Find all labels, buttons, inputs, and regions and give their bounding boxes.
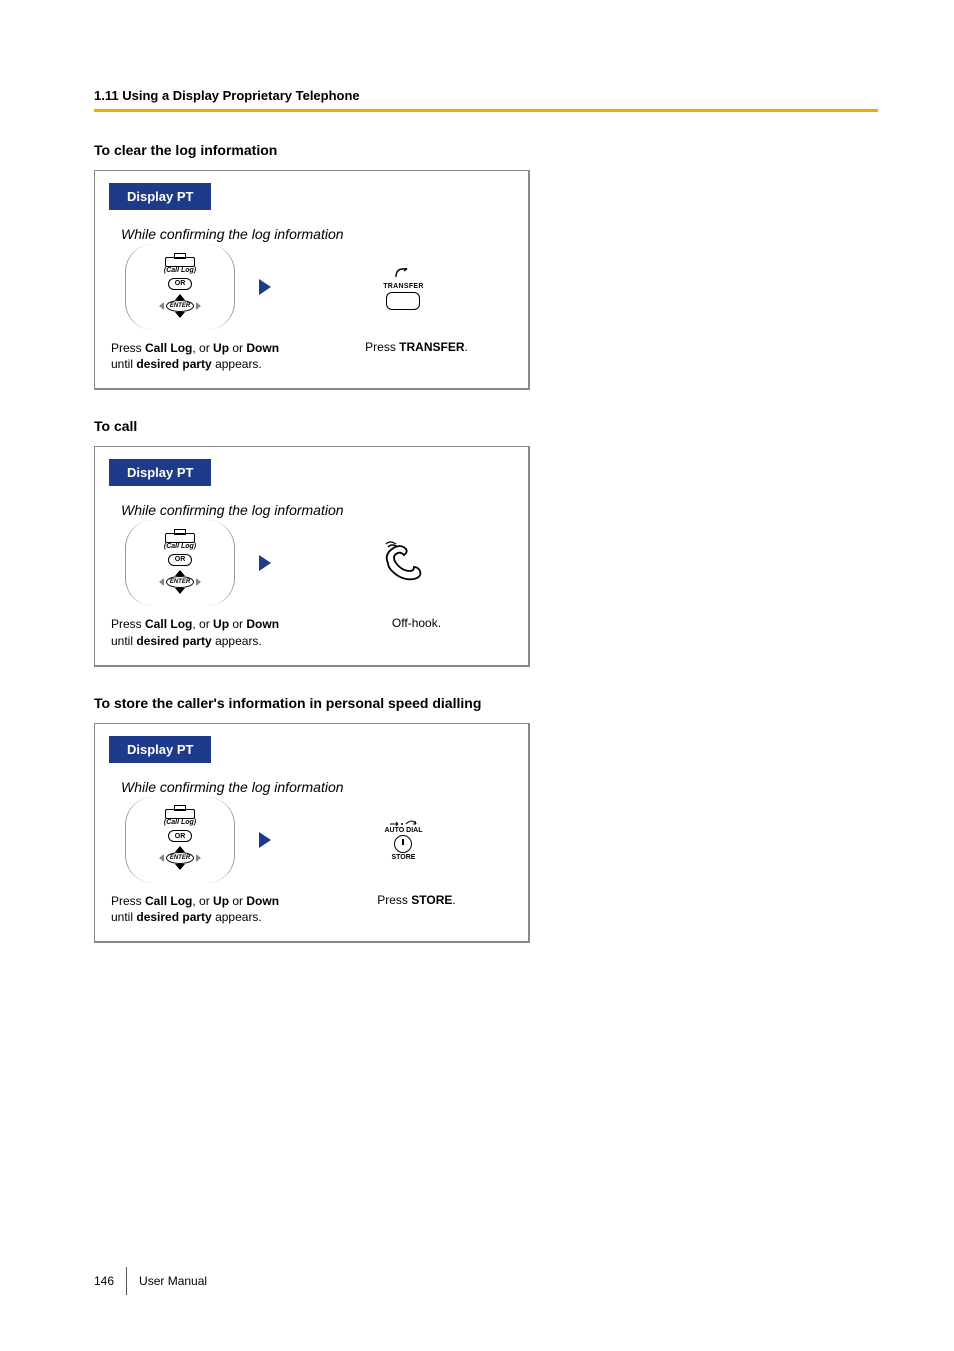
subheading-store-speed-dial: To store the caller's information in per… (94, 695, 878, 711)
caption-row: Press Call Log, or Up or Down until desi… (111, 340, 512, 372)
navigator-enter-icon: ENTER (159, 294, 201, 318)
steps-row: (Call Log) OR ENTER TRANSFER (111, 244, 512, 330)
arrow-right-icon (245, 244, 285, 330)
page-number: 146 (94, 1274, 114, 1288)
call-log-navigator-icon: (Call Log) OR ENTER (125, 797, 235, 883)
section-title: Using a Display Proprietary Telephone (122, 88, 359, 103)
display-pt-pill: Display PT (109, 459, 211, 486)
caption-step2: Press STORE. (321, 893, 512, 925)
context-line: While confirming the log information (121, 502, 512, 518)
step-1: (Call Log) OR ENTER (111, 520, 235, 606)
call-log-label: (Call Log) (164, 819, 196, 826)
or-pill-icon: OR (168, 554, 192, 566)
caption-step2: Off-hook. (321, 616, 512, 648)
or-pill-icon: OR (168, 278, 192, 290)
navigator-enter-icon: ENTER (159, 846, 201, 870)
subheading-to-call: To call (94, 418, 878, 434)
store-label: STORE (391, 854, 415, 861)
navigator-enter-icon: ENTER (159, 570, 201, 594)
panel-store-speed-dial: Display PT While confirming the log info… (94, 723, 530, 943)
display-pt-pill: Display PT (109, 183, 211, 210)
arrow-right-icon (245, 520, 285, 606)
steps-row: (Call Log) OR ENTER (111, 520, 512, 606)
auto-dial-store-button-icon: AUTO DIAL STORE (385, 818, 423, 861)
caption-step1: Press Call Log, or Up or Down until desi… (111, 340, 321, 372)
footer: 146 User Manual (94, 1267, 207, 1295)
step-2: AUTO DIAL STORE (295, 797, 512, 883)
step-2 (295, 520, 512, 606)
caption-row: Press Call Log, or Up or Down until desi… (111, 893, 512, 925)
step-2: TRANSFER (295, 244, 512, 330)
display-pt-pill: Display PT (109, 736, 211, 763)
caption-step2: Press TRANSFER. (321, 340, 512, 372)
call-log-button-icon: (Call Log) (164, 533, 196, 550)
call-log-button-icon: (Call Log) (164, 257, 196, 274)
doc-title: User Manual (139, 1274, 207, 1288)
context-line: While confirming the log information (121, 226, 512, 242)
step-1: (Call Log) OR ENTER (111, 244, 235, 330)
call-log-navigator-icon: (Call Log) OR ENTER (125, 244, 235, 330)
caption-row: Press Call Log, or Up or Down until desi… (111, 616, 512, 648)
call-log-button-icon: (Call Log) (164, 809, 196, 826)
or-pill-icon: OR (168, 830, 192, 842)
steps-row: (Call Log) OR ENTER AUTO DIAL STORE (111, 797, 512, 883)
panel-to-call: Display PT While confirming the log info… (94, 446, 530, 666)
caption-step1: Press Call Log, or Up or Down until desi… (111, 893, 321, 925)
call-log-label: (Call Log) (164, 267, 196, 274)
caption-step1: Press Call Log, or Up or Down until desi… (111, 616, 321, 648)
footer-separator (126, 1267, 127, 1295)
transfer-label: TRANSFER (383, 283, 424, 290)
call-log-label: (Call Log) (164, 543, 196, 550)
arrow-right-icon (245, 797, 285, 883)
step-1: (Call Log) OR ENTER (111, 797, 235, 883)
transfer-button-icon: TRANSFER (383, 265, 424, 310)
accent-bar (94, 109, 878, 112)
subheading-clear-log: To clear the log information (94, 142, 878, 158)
panel-clear-log: Display PT While confirming the log info… (94, 170, 530, 390)
auto-dial-label: AUTO DIAL (385, 827, 423, 834)
section-number: 1.11 (94, 88, 119, 103)
section-header: 1.11 Using a Display Proprietary Telepho… (94, 88, 878, 103)
call-log-navigator-icon: (Call Log) OR ENTER (125, 520, 235, 606)
context-line: While confirming the log information (121, 779, 512, 795)
off-hook-phone-icon (382, 541, 426, 586)
